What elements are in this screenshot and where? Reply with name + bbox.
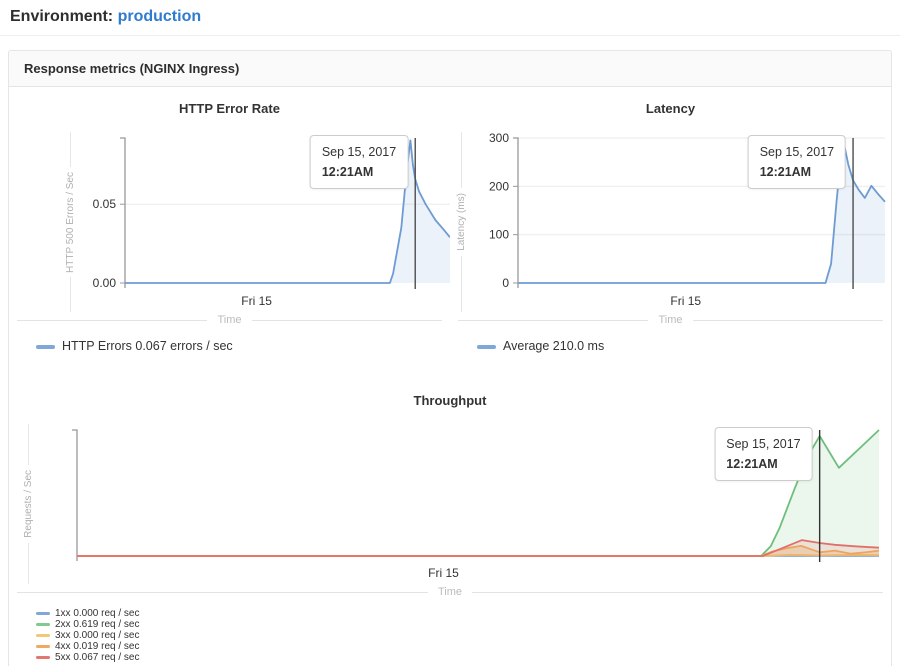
x-axis-label: Time <box>17 314 442 326</box>
environment-link[interactable]: production <box>118 8 202 25</box>
panel-body: HTTP Error Rate HTTP 500 Errors / Sec 0.… <box>9 87 891 666</box>
chart-title: Throughput <box>9 393 891 408</box>
svg-text:0.05: 0.05 <box>93 197 117 211</box>
legend-label: 2xx 0.619 req / sec <box>55 619 140 630</box>
y-axis-label: HTTP 500 Errors / Sec <box>63 132 77 312</box>
tooltip-time: 12:21AM <box>760 162 834 182</box>
x-axis-tick: Fri 15 <box>241 294 272 308</box>
legend-label: HTTP Errors 0.067 errors / sec <box>62 338 233 355</box>
x-axis-label: Time <box>458 314 883 326</box>
x-axis-tick: Fri 15 <box>670 294 701 308</box>
tooltip-date: Sep 15, 2017 <box>760 142 834 162</box>
legend-swatch <box>36 345 55 349</box>
panel-title: Response metrics (NGINX Ingress) <box>9 51 891 87</box>
legend-swatch <box>477 345 496 349</box>
y-axis-label: Latency (ms) <box>454 132 468 312</box>
tooltip-date: Sep 15, 2017 <box>726 434 800 454</box>
legend-item: 4xx 0.019 req / sec <box>36 641 891 652</box>
legend-label: 4xx 0.019 req / sec <box>55 641 140 652</box>
chart-latency: Latency Latency (ms) 0 100 200 300 Sep 15, … <box>450 99 891 355</box>
chart-legend: Average 210.0 ms <box>477 338 891 355</box>
chart-tooltip: Sep 15, 2017 12:21AM <box>310 135 408 189</box>
legend-item: 5xx 0.067 req / sec <box>36 652 891 663</box>
response-metrics-panel: Response metrics (NGINX Ingress) HTTP Er… <box>8 50 892 666</box>
legend-label: 5xx 0.067 req / sec <box>55 652 140 663</box>
tooltip-time: 12:21AM <box>726 454 800 474</box>
chart-tooltip: Sep 15, 2017 12:21AM <box>714 427 812 481</box>
chart-tooltip: Sep 15, 2017 12:21AM <box>748 135 846 189</box>
svg-text:200: 200 <box>489 179 509 193</box>
environment-label: Environment: <box>10 8 113 25</box>
top-charts-row: HTTP Error Rate HTTP 500 Errors / Sec 0.… <box>9 99 891 355</box>
legend-label: Average 210.0 ms <box>503 338 604 355</box>
legend-item: Average 210.0 ms <box>477 338 891 355</box>
y-axis-label: Requests / Sec <box>21 424 35 584</box>
svg-text:300: 300 <box>489 132 509 145</box>
environment-header: Environment: production <box>0 0 900 36</box>
legend-swatch <box>36 645 50 648</box>
legend-swatch <box>36 656 50 659</box>
legend-item: 3xx 0.000 req / sec <box>36 630 891 641</box>
legend-swatch <box>36 612 50 615</box>
svg-text:0.00: 0.00 <box>93 276 117 290</box>
chart-legend: HTTP Errors 0.067 errors / sec <box>36 338 450 355</box>
legend-item: HTTP Errors 0.067 errors / sec <box>36 338 450 355</box>
tooltip-date: Sep 15, 2017 <box>322 142 396 162</box>
x-axis-tick: Fri 15 <box>428 566 459 580</box>
x-axis-label: Time <box>17 586 883 598</box>
chart-title: Latency <box>450 101 891 116</box>
chart-throughput: Throughput Requests / Sec Sep 15, 2017 1… <box>9 393 891 663</box>
tooltip-time: 12:21AM <box>322 162 396 182</box>
legend-label: 1xx 0.000 req / sec <box>55 608 140 619</box>
chart-http-error-rate: HTTP Error Rate HTTP 500 Errors / Sec 0.… <box>9 99 450 355</box>
chart-legend: 1xx 0.000 req / sec2xx 0.619 req / sec3x… <box>36 608 891 663</box>
legend-label: 3xx 0.000 req / sec <box>55 630 140 641</box>
legend-swatch <box>36 623 50 626</box>
chart-title: HTTP Error Rate <box>9 101 450 116</box>
legend-swatch <box>36 634 50 637</box>
legend-item: 2xx 0.619 req / sec <box>36 619 891 630</box>
legend-item: 1xx 0.000 req / sec <box>36 608 891 619</box>
svg-text:100: 100 <box>489 228 509 242</box>
svg-text:0: 0 <box>502 276 509 290</box>
metrics-page: Environment: production Response metrics… <box>0 0 900 666</box>
